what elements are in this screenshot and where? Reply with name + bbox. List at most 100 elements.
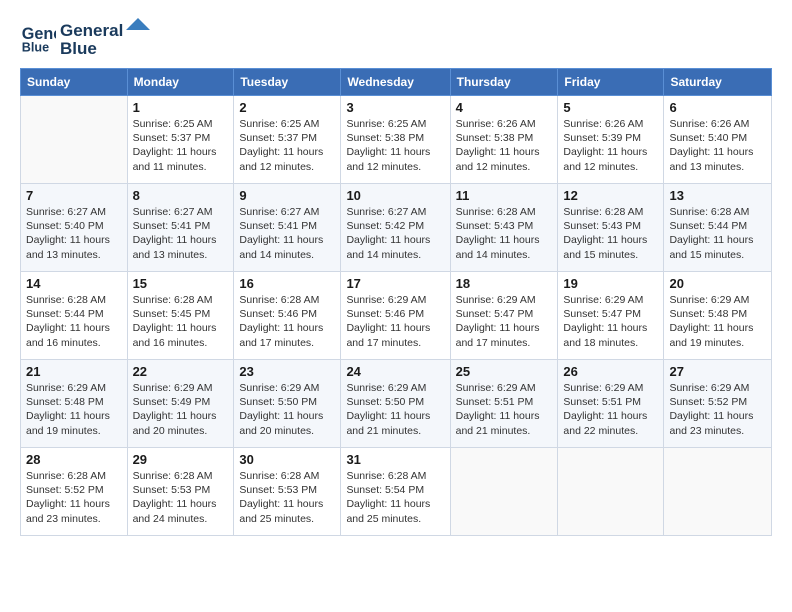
logo-svg: General Blue — [60, 16, 150, 58]
day-info: Sunrise: 6:27 AMSunset: 5:41 PMDaylight:… — [239, 205, 335, 262]
day-number: 24 — [346, 364, 444, 379]
calendar-cell: 9 Sunrise: 6:27 AMSunset: 5:41 PMDaylight… — [234, 184, 341, 272]
day-info: Sunrise: 6:27 AMSunset: 5:42 PMDaylight:… — [346, 205, 444, 262]
svg-text:Blue: Blue — [60, 39, 97, 58]
day-info: Sunrise: 6:25 AMSunset: 5:37 PMDaylight:… — [239, 117, 335, 174]
day-number: 28 — [26, 452, 122, 467]
calendar-cell: 17 Sunrise: 6:29 AMSunset: 5:46 PMDayligh… — [341, 272, 450, 360]
calendar-cell: 11 Sunrise: 6:28 AMSunset: 5:43 PMDayligh… — [450, 184, 558, 272]
calendar-cell: 8Sunrise: 6:27 AMSunset: 5:41 PMDaylight… — [127, 184, 234, 272]
day-info: Sunrise: 6:25 AMSunset: 5:38 PMDaylight:… — [346, 117, 444, 174]
day-info: Sunrise: 6:29 AMSunset: 5:48 PMDaylight:… — [669, 293, 766, 350]
calendar-week-row: 21Sunrise: 6:29 AMSunset: 5:48 PMDayligh… — [21, 360, 772, 448]
day-number: 16 — [239, 276, 335, 291]
day-number: 3 — [346, 100, 444, 115]
calendar-cell: 25Sunrise: 6:29 AMSunset: 5:51 PMDayligh… — [450, 360, 558, 448]
day-number: 7 — [26, 188, 122, 203]
calendar-table: SundayMondayTuesdayWednesdayThursdayFrid… — [20, 68, 772, 536]
calendar-cell: 1Sunrise: 6:25 AMSunset: 5:37 PMDaylight… — [127, 96, 234, 184]
day-number: 9 — [239, 188, 335, 203]
day-number: 31 — [346, 452, 444, 467]
day-info: Sunrise: 6:28 AMSunset: 5:46 PMDaylight:… — [239, 293, 335, 350]
day-number: 15 — [133, 276, 229, 291]
calendar-cell: 19 Sunrise: 6:29 AMSunset: 5:47 PMDayligh… — [558, 272, 664, 360]
calendar-cell: 18 Sunrise: 6:29 AMSunset: 5:47 PMDayligh… — [450, 272, 558, 360]
weekday-header-friday: Friday — [558, 69, 664, 96]
day-number: 13 — [669, 188, 766, 203]
weekday-header-tuesday: Tuesday — [234, 69, 341, 96]
day-number: 22 — [133, 364, 229, 379]
day-number: 2 — [239, 100, 335, 115]
weekday-header-row: SundayMondayTuesdayWednesdayThursdayFrid… — [21, 69, 772, 96]
svg-text:General: General — [60, 21, 123, 40]
calendar-cell — [664, 448, 772, 536]
calendar-cell: 7Sunrise: 6:27 AMSunset: 5:40 PMDaylight… — [21, 184, 128, 272]
day-info: Sunrise: 6:29 AMSunset: 5:49 PMDaylight:… — [133, 381, 229, 438]
day-number: 27 — [669, 364, 766, 379]
calendar-cell: 2 Sunrise: 6:25 AMSunset: 5:37 PMDaylight… — [234, 96, 341, 184]
day-info: Sunrise: 6:29 AMSunset: 5:46 PMDaylight:… — [346, 293, 444, 350]
day-number: 29 — [133, 452, 229, 467]
day-number: 17 — [346, 276, 444, 291]
weekday-header-saturday: Saturday — [664, 69, 772, 96]
calendar-cell: 13Sunrise: 6:28 AMSunset: 5:44 PMDayligh… — [664, 184, 772, 272]
day-info: Sunrise: 6:29 AMSunset: 5:50 PMDaylight:… — [239, 381, 335, 438]
calendar-cell — [558, 448, 664, 536]
day-info: Sunrise: 6:29 AMSunset: 5:47 PMDaylight:… — [456, 293, 553, 350]
calendar-cell: 31 Sunrise: 6:28 AMSunset: 5:54 PMDayligh… — [341, 448, 450, 536]
weekday-header-sunday: Sunday — [21, 69, 128, 96]
day-number: 19 — [563, 276, 658, 291]
day-number: 4 — [456, 100, 553, 115]
calendar-cell: 23 Sunrise: 6:29 AMSunset: 5:50 PMDayligh… — [234, 360, 341, 448]
day-info: Sunrise: 6:28 AMSunset: 5:44 PMDaylight:… — [26, 293, 122, 350]
calendar-cell: 28 Sunrise: 6:28 AMSunset: 5:52 PMDayligh… — [21, 448, 128, 536]
calendar-cell: 22 Sunrise: 6:29 AMSunset: 5:49 PMDayligh… — [127, 360, 234, 448]
calendar-cell — [450, 448, 558, 536]
calendar-cell: 21Sunrise: 6:29 AMSunset: 5:48 PMDayligh… — [21, 360, 128, 448]
logo-icon: General Blue — [20, 19, 56, 55]
day-info: Sunrise: 6:28 AMSunset: 5:53 PMDaylight:… — [239, 469, 335, 526]
day-number: 5 — [563, 100, 658, 115]
day-info: Sunrise: 6:26 AMSunset: 5:40 PMDaylight:… — [669, 117, 766, 174]
day-number: 14 — [26, 276, 122, 291]
day-info: Sunrise: 6:28 AMSunset: 5:54 PMDaylight:… — [346, 469, 444, 526]
day-info: Sunrise: 6:28 AMSunset: 5:53 PMDaylight:… — [133, 469, 229, 526]
weekday-header-monday: Monday — [127, 69, 234, 96]
svg-text:Blue: Blue — [22, 40, 49, 54]
calendar-cell: 30 Sunrise: 6:28 AMSunset: 5:53 PMDayligh… — [234, 448, 341, 536]
calendar-cell: 5 Sunrise: 6:26 AMSunset: 5:39 PMDaylight… — [558, 96, 664, 184]
day-number: 18 — [456, 276, 553, 291]
day-number: 12 — [563, 188, 658, 203]
calendar-cell: 12 Sunrise: 6:28 AMSunset: 5:43 PMDayligh… — [558, 184, 664, 272]
calendar-week-row: 1Sunrise: 6:25 AMSunset: 5:37 PMDaylight… — [21, 96, 772, 184]
day-info: Sunrise: 6:29 AMSunset: 5:47 PMDaylight:… — [563, 293, 658, 350]
day-number: 21 — [26, 364, 122, 379]
day-info: Sunrise: 6:28 AMSunset: 5:43 PMDaylight:… — [456, 205, 553, 262]
page-header: General Blue General Blue — [20, 16, 772, 58]
day-number: 20 — [669, 276, 766, 291]
calendar-cell: 6Sunrise: 6:26 AMSunset: 5:40 PMDaylight… — [664, 96, 772, 184]
calendar-cell: 27 Sunrise: 6:29 AMSunset: 5:52 PMDayligh… — [664, 360, 772, 448]
calendar-cell: 26Sunrise: 6:29 AMSunset: 5:51 PMDayligh… — [558, 360, 664, 448]
calendar-cell: 16 Sunrise: 6:28 AMSunset: 5:46 PMDayligh… — [234, 272, 341, 360]
day-number: 30 — [239, 452, 335, 467]
day-info: Sunrise: 6:28 AMSunset: 5:43 PMDaylight:… — [563, 205, 658, 262]
logo: General Blue General Blue — [20, 16, 150, 58]
weekday-header-wednesday: Wednesday — [341, 69, 450, 96]
calendar-cell: 20 Sunrise: 6:29 AMSunset: 5:48 PMDayligh… — [664, 272, 772, 360]
calendar-week-row: 7Sunrise: 6:27 AMSunset: 5:40 PMDaylight… — [21, 184, 772, 272]
day-number: 25 — [456, 364, 553, 379]
day-info: Sunrise: 6:28 AMSunset: 5:45 PMDaylight:… — [133, 293, 229, 350]
calendar-cell: 10Sunrise: 6:27 AMSunset: 5:42 PMDayligh… — [341, 184, 450, 272]
day-number: 11 — [456, 188, 553, 203]
day-info: Sunrise: 6:29 AMSunset: 5:52 PMDaylight:… — [669, 381, 766, 438]
day-number: 23 — [239, 364, 335, 379]
calendar-cell: 14 Sunrise: 6:28 AMSunset: 5:44 PMDayligh… — [21, 272, 128, 360]
calendar-week-row: 28 Sunrise: 6:28 AMSunset: 5:52 PMDayligh… — [21, 448, 772, 536]
calendar-cell: 3 Sunrise: 6:25 AMSunset: 5:38 PMDaylight… — [341, 96, 450, 184]
day-info: Sunrise: 6:28 AMSunset: 5:52 PMDaylight:… — [26, 469, 122, 526]
day-info: Sunrise: 6:26 AMSunset: 5:39 PMDaylight:… — [563, 117, 658, 174]
calendar-cell: 24Sunrise: 6:29 AMSunset: 5:50 PMDayligh… — [341, 360, 450, 448]
day-info: Sunrise: 6:29 AMSunset: 5:51 PMDaylight:… — [563, 381, 658, 438]
day-number: 8 — [133, 188, 229, 203]
